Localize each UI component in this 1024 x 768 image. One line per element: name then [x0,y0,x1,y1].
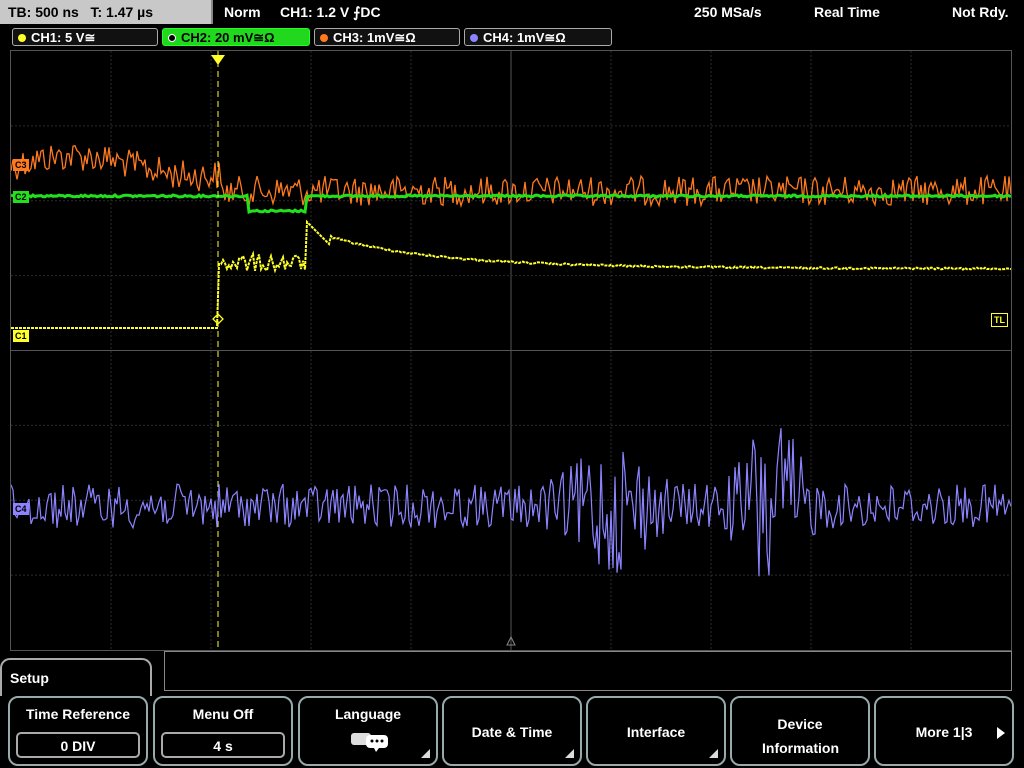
submenu-arrow-icon [709,749,718,758]
time-reference-value: 0 DIV [16,732,140,758]
menu-title: Setup [0,658,152,698]
channel-2-button[interactable]: CH2: 20 mV≅Ω [162,28,310,46]
interface-softkey[interactable]: Interface [586,696,726,766]
channel-1-label: CH1: 5 V≅ [31,30,96,45]
trigger-mode[interactable]: Norm [224,0,261,24]
ch4-offset-marker[interactable]: C4 [13,503,29,515]
date-time-softkey[interactable]: Date & Time [442,696,582,766]
language-label: Language [334,706,402,722]
next-page-arrow-icon [997,727,1005,739]
ready-state: Not Rdy. [952,4,1009,20]
acquisition-mode: Real Time [814,4,880,20]
speech-bubble-icon [351,733,388,752]
submenu-arrow-icon [421,749,430,758]
info-strip [164,651,1012,691]
waveform-display[interactable]: C3 C2 C1 C4 TL [10,50,1012,651]
timebase-value: TB: 500 ns [8,4,79,20]
channel-bar: CH1: 5 V≅ CH2: 20 mV≅Ω CH3: 1mV≅Ω CH4: 1… [0,26,1024,48]
menu-off-softkey[interactable]: Menu Off 4 s [153,696,293,766]
device-information-softkey[interactable]: Device Information [730,696,870,766]
time-reference-softkey[interactable]: Time Reference 0 DIV [8,696,148,766]
trigger-info[interactable]: CH1: 1.2 V ⨍DC [280,0,381,24]
date-time-label: Date & Time [471,724,553,740]
trigger-position-icon [211,55,225,65]
channel-4-label: CH4: 1mV≅Ω [483,30,566,45]
channel-3-label: CH3: 1mV≅Ω [333,30,416,45]
channel-3-button[interactable]: CH3: 1mV≅Ω [314,28,460,46]
interface-label: Interface [626,724,686,740]
channel-3-dot-icon [320,34,328,42]
menu-off-label: Menu Off [192,706,254,722]
ch1-offset-marker[interactable]: C1 [13,330,29,342]
channel-1-dot-icon [18,34,26,42]
channel-2-dot-icon [168,34,176,42]
waveform-canvas[interactable] [11,51,1011,650]
channel-2-label: CH2: 20 mV≅Ω [181,30,275,45]
ch2-offset-marker[interactable]: C2 [13,191,29,203]
more-label: More 1|3 [915,724,973,740]
status-bar: TB: 500 ns T: 1.47 µs Norm CH1: 1.2 V ⨍D… [0,0,1024,26]
sample-rate: 250 MSa/s [694,4,762,20]
menu-title-label: Setup [10,670,49,686]
submenu-arrow-icon [565,749,574,758]
channel-4-button[interactable]: CH4: 1mV≅Ω [464,28,612,46]
trigger-time-value: T: 1.47 µs [90,4,154,20]
timebase-box[interactable]: TB: 500 ns T: 1.47 µs [0,0,213,24]
time-reference-label: Time Reference [25,706,130,722]
softkey-bar: Time Reference 0 DIV Menu Off 4 s Langua… [0,696,1024,768]
channel-1-button[interactable]: CH1: 5 V≅ [12,28,158,46]
menu-off-value: 4 s [161,732,285,758]
device-information-label: Device Information [762,716,839,756]
channel-4-dot-icon [470,34,478,42]
ch3-offset-marker[interactable]: C3 [13,159,29,171]
more-softkey[interactable]: More 1|3 [874,696,1014,766]
trigger-level-marker[interactable]: TL [991,313,1008,327]
language-softkey[interactable]: Language [298,696,438,766]
